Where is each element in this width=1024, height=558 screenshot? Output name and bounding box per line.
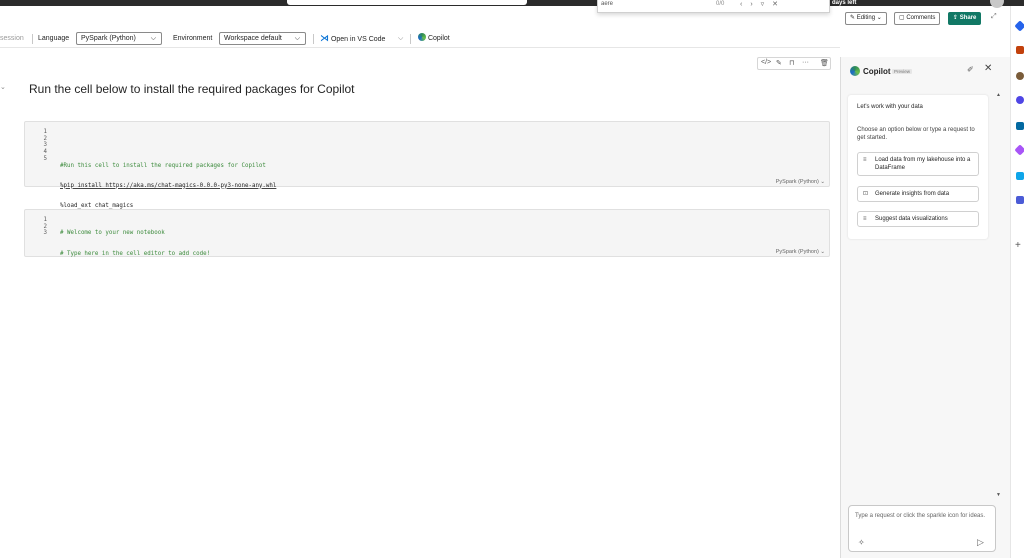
chevron-down-icon: ⌵ xyxy=(294,35,300,42)
code-line: %pip install https://aka.ms/chat-magics-… xyxy=(60,182,277,189)
toolbar-divider xyxy=(32,34,33,44)
copilot-toolbar-label: Copilot xyxy=(427,35,450,42)
toolbar-divider xyxy=(410,34,411,44)
diamond-app-icon[interactable] xyxy=(1014,20,1024,32)
copilot-icon xyxy=(418,33,426,41)
scroll-up-arrow-icon[interactable]: ▲ xyxy=(996,92,1001,98)
copilot-header: Copilot Preview ✐ ✕ xyxy=(841,57,1011,87)
markdown-cell-title[interactable]: Run the cell below to install the requir… xyxy=(29,82,355,96)
add-icon[interactable]: + xyxy=(1015,240,1021,251)
line-number: 5 xyxy=(43,155,48,162)
suggest-visualizations-option[interactable]: ≡ Suggest data visualizations xyxy=(857,211,979,227)
list-icon: ≡ xyxy=(863,157,867,163)
code-cell-1[interactable]: 1 2 3 4 5 #Run this cell to install the … xyxy=(24,121,830,209)
code-line: #Run this cell to install the required p… xyxy=(60,162,266,169)
copilot-welcome-card: Let's work with your data Choose an opti… xyxy=(848,95,988,239)
code-line: # Type here in the cell editor to add co… xyxy=(60,250,211,257)
language-label: Language xyxy=(38,35,70,42)
notebook-canvas: ⌄ </> ✎ ⊓ ··· 🗑 Run the cell below to in… xyxy=(0,49,840,558)
environment-select[interactable]: Workspace default ⌵ xyxy=(219,32,306,45)
copilot-app-icon[interactable] xyxy=(1016,96,1024,104)
insights-icon: ⊡ xyxy=(863,191,869,197)
code-cell-2[interactable]: 1 2 3 # Welcome to your new notebook # T… xyxy=(24,209,830,257)
line-number: 1 xyxy=(43,217,48,223)
copilot-chat-input[interactable]: Type a request or click the sparkle icon… xyxy=(848,505,996,552)
cell-language-select[interactable]: PySpark (Python) ⌄ xyxy=(776,249,825,255)
line-number: 2 xyxy=(43,223,48,230)
notebook-action-row: ✎ Editing ⌄ ▢ Comments ⇪ Share ⤢ xyxy=(0,6,1010,30)
line-number: 2 xyxy=(43,135,48,142)
share-icon: ⇪ xyxy=(953,15,960,21)
option-label: Load data from my lakehouse into a DataF… xyxy=(875,157,971,171)
close-icon[interactable]: ✕ xyxy=(984,63,992,74)
pencil-icon: ✎ xyxy=(850,15,857,21)
share-button[interactable]: ⇪ Share xyxy=(948,12,982,25)
line-number: 4 xyxy=(43,149,48,156)
comments-label: Comments xyxy=(906,15,936,21)
list-icon: ≡ xyxy=(863,216,867,222)
lock-icon[interactable]: ⊓ xyxy=(789,59,794,67)
cell-language-select[interactable]: PySpark (Python) ⌄ xyxy=(776,179,825,185)
line-number: 1 xyxy=(43,129,48,135)
option-label: Generate insights from data xyxy=(875,191,950,197)
language-select[interactable]: PySpark (Python) ⌵ xyxy=(76,32,162,45)
copilot-toolbar-button[interactable]: Copilot xyxy=(418,33,450,44)
option-label: Suggest data visualizations xyxy=(875,216,948,222)
editing-mode-button[interactable]: ✎ Editing ⌄ xyxy=(845,12,887,25)
vscode-dropdown-icon[interactable]: ⌵ xyxy=(398,33,403,44)
chat-input-placeholder: Type a request or click the sparkle icon… xyxy=(855,513,986,519)
generate-insights-option[interactable]: ⊡ Generate insights from data xyxy=(857,186,979,202)
browser-search-box[interactable] xyxy=(287,0,527,5)
line-number: 3 xyxy=(43,230,48,237)
delete-icon[interactable]: 🗑 xyxy=(820,59,829,67)
session-label[interactable]: session xyxy=(0,33,24,44)
teams-icon[interactable] xyxy=(1016,196,1024,204)
line-number: 3 xyxy=(43,142,48,149)
notebook-toolbar: session Language PySpark (Python) ⌵ Envi… xyxy=(0,30,840,48)
scroll-down-arrow-icon[interactable]: ▼ xyxy=(996,492,1001,498)
designer-icon[interactable] xyxy=(1014,144,1024,156)
copilot-panel: Copilot Preview ✐ ✕ Let's work with your… xyxy=(840,57,1010,558)
line-numbers: 1 2 3 4 5 xyxy=(37,129,48,163)
toolbar-divider xyxy=(313,34,314,44)
tools-icon[interactable] xyxy=(1016,172,1024,180)
outlook-icon[interactable] xyxy=(1016,122,1024,130)
browser-side-rail: + xyxy=(1010,6,1024,558)
preview-badge: Preview xyxy=(892,69,913,74)
send-icon[interactable]: ▷ xyxy=(977,537,984,548)
person-icon[interactable] xyxy=(1016,72,1024,80)
editing-label: Editing ⌄ xyxy=(856,15,882,21)
copilot-logo-icon xyxy=(850,66,860,76)
share-label: Share xyxy=(959,15,977,21)
chevron-down-icon: ⌵ xyxy=(150,35,156,42)
copilot-heading: Let's work with your data xyxy=(857,104,923,110)
language-value: PySpark (Python) xyxy=(81,35,136,42)
code-view-icon[interactable]: </> xyxy=(761,59,771,66)
edit-icon[interactable]: ✎ xyxy=(776,59,782,67)
collapse-chevron-icon[interactable]: ⌄ xyxy=(0,83,6,91)
environment-label: Environment xyxy=(173,35,213,42)
open-vscode-button[interactable]: ⋊ Open in VS Code xyxy=(320,33,385,45)
vscode-icon: ⋊ xyxy=(320,33,329,43)
clear-chat-icon[interactable]: ✐ xyxy=(967,65,974,74)
more-options-icon[interactable]: ··· xyxy=(802,59,809,66)
open-vscode-label: Open in VS Code xyxy=(330,36,386,43)
briefcase-icon[interactable] xyxy=(1016,46,1024,54)
copilot-intro: Choose an option below or type a request… xyxy=(857,127,975,141)
line-numbers: 1 2 3 xyxy=(37,217,48,237)
comments-button[interactable]: ▢ Comments xyxy=(894,12,941,25)
expand-icon[interactable]: ⤢ xyxy=(991,13,997,21)
load-data-option[interactable]: ≡ Load data from my lakehouse into a Dat… xyxy=(857,152,979,176)
cell-toolbar: </> ✎ ⊓ ··· 🗑 xyxy=(757,57,831,70)
copilot-title: Copilot xyxy=(863,67,891,76)
environment-value: Workspace default xyxy=(224,35,282,42)
sparkle-icon[interactable]: ✧ xyxy=(858,538,865,547)
code-editor[interactable]: # Welcome to your new notebook # Type he… xyxy=(60,217,210,291)
code-line: # Welcome to your new notebook xyxy=(60,230,165,237)
